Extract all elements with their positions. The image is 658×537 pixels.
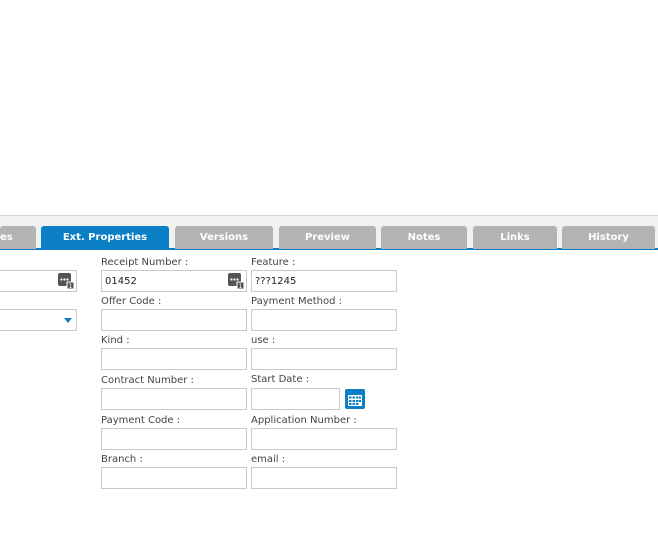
payment-method-input[interactable] xyxy=(251,309,397,331)
tab-label: Preview xyxy=(304,232,350,243)
list-picker-icon[interactable]: 1 xyxy=(228,273,244,289)
payment-method-label: Payment Method : xyxy=(251,296,343,307)
tab-versions[interactable]: Versions xyxy=(175,226,273,249)
tab-links[interactable]: Links xyxy=(473,226,557,249)
content-blank-area xyxy=(0,0,658,215)
branch-input[interactable] xyxy=(101,467,247,489)
ext-properties-form: 1 Receipt Number : 01452 1 Offer Code : … xyxy=(0,250,658,537)
receipt-number-input[interactable]: 01452 1 xyxy=(101,270,247,292)
feature-input[interactable]: ???1245 xyxy=(251,270,397,292)
list-picker-icon[interactable]: 1 xyxy=(58,273,74,289)
calendar-icon[interactable] xyxy=(345,389,365,409)
tab-label: Versions xyxy=(199,232,249,243)
tab-ext-properties[interactable]: Ext. Properties xyxy=(41,226,169,249)
receipt-number-value: 01452 xyxy=(105,275,137,287)
svg-text:1: 1 xyxy=(69,283,73,289)
use-label: use : xyxy=(251,335,276,346)
kind-label: Kind : xyxy=(101,335,130,346)
offer-code-label: Offer Code : xyxy=(101,296,162,307)
tab-notes[interactable]: Notes xyxy=(381,226,467,249)
feature-label: Feature : xyxy=(251,257,296,268)
tab-label: es xyxy=(0,232,13,243)
tab-partial[interactable]: es xyxy=(0,226,36,249)
tab-label: Notes xyxy=(407,232,441,243)
application-number-input[interactable] xyxy=(251,428,397,450)
start-date-input[interactable] xyxy=(251,388,340,410)
chevron-down-icon[interactable] xyxy=(64,318,72,323)
feature-value: ???1245 xyxy=(255,275,297,287)
email-label: email : xyxy=(251,454,286,465)
svg-text:1: 1 xyxy=(239,283,243,289)
left-field-input[interactable]: 1 xyxy=(0,270,77,292)
payment-code-input[interactable] xyxy=(101,428,247,450)
branch-label: Branch : xyxy=(101,454,143,465)
use-input[interactable] xyxy=(251,348,397,370)
tab-label: Links xyxy=(500,232,530,243)
contract-number-input[interactable] xyxy=(101,388,247,410)
email-input[interactable] xyxy=(251,467,397,489)
tab-label: Ext. Properties xyxy=(62,232,148,243)
start-date-label: Start Date : xyxy=(251,374,310,385)
payment-code-label: Payment Code : xyxy=(101,415,181,426)
left-dropdown[interactable] xyxy=(0,309,77,331)
tab-preview[interactable]: Preview xyxy=(279,226,376,249)
tab-bar: es Ext. Properties Versions Preview Note… xyxy=(0,215,658,250)
offer-code-input[interactable] xyxy=(101,309,247,331)
receipt-number-label: Receipt Number : xyxy=(101,257,189,268)
tab-label: History xyxy=(588,232,629,243)
application-number-label: Application Number : xyxy=(251,415,357,426)
contract-number-label: Contract Number : xyxy=(101,375,194,386)
kind-input[interactable] xyxy=(101,348,247,370)
tab-history[interactable]: History xyxy=(562,226,655,249)
